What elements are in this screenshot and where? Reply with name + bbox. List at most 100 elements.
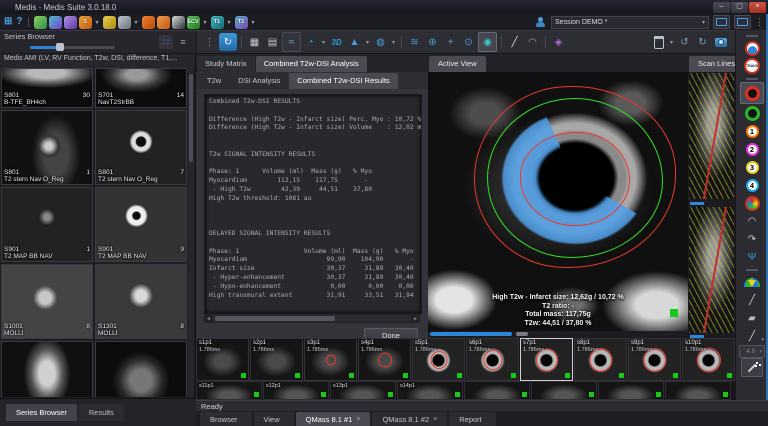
dropdown-caret-icon[interactable]: ▾ bbox=[668, 33, 675, 51]
study-matrix-icon[interactable]: ▦ bbox=[246, 33, 263, 51]
separator[interactable] bbox=[501, 36, 502, 48]
series-scrollbar[interactable] bbox=[188, 68, 194, 397]
grip-handle[interactable] bbox=[740, 75, 764, 82]
close-button[interactable]: × bbox=[749, 2, 766, 13]
filmstrip-frame[interactable]: s4p1 1.786ms bbox=[358, 338, 411, 381]
app-icon-yellow-shield[interactable] bbox=[103, 16, 116, 29]
qmass-globe-icon[interactable]: ◔ bbox=[302, 33, 319, 51]
measure-line-icon[interactable]: ╱ bbox=[506, 33, 523, 51]
filmstrip-frame[interactable]: s7p1 1.786ms bbox=[520, 338, 573, 381]
grip-handle[interactable] bbox=[740, 266, 764, 273]
app-icon-gray-shield[interactable] bbox=[118, 16, 131, 29]
series-thumbnail[interactable]: S901 1 T2 MAP BB NAV bbox=[1, 187, 93, 262]
dropdown-caret-icon[interactable]: ▾ bbox=[364, 33, 371, 51]
filmstrip-frame[interactable]: s2p1 1.786ms bbox=[250, 338, 303, 381]
scrollbar-thumb[interactable] bbox=[430, 332, 512, 336]
anchor-points-icon[interactable]: Ψ bbox=[740, 248, 764, 266]
results-hscrollbar[interactable]: ◄ ► bbox=[204, 314, 420, 323]
filmstrip-frame[interactable]: s10p1 1.786ms bbox=[682, 338, 735, 381]
workspace-tab[interactable]: View bbox=[254, 412, 294, 426]
cardiac-mri-image[interactable]: High T2w - Infarct size: 12,62g / 10,72 … bbox=[428, 72, 688, 331]
area-tool-icon[interactable]: ◠ bbox=[524, 33, 541, 51]
filmstrip-frame[interactable] bbox=[665, 381, 731, 400]
colormap-icon[interactable] bbox=[740, 273, 764, 291]
scroll-left-arrow[interactable]: ◄ bbox=[204, 316, 213, 322]
results-text-area[interactable]: Combined T2w-DSI RESULTS Difference (Hig… bbox=[204, 94, 422, 314]
app-icon-teal-ball[interactable] bbox=[49, 16, 62, 29]
eraser-tool-icon[interactable]: ▰ bbox=[740, 309, 764, 327]
series-thumbnail[interactable]: S801 30 B-TFE_BH4ch bbox=[1, 68, 93, 108]
series-thumbnail[interactable]: S1301 8 MOLLI bbox=[95, 264, 187, 339]
layout-rows-icon[interactable]: ▤ bbox=[264, 33, 281, 51]
more-tools-icon[interactable]: ⋮ bbox=[201, 33, 218, 51]
scrollbar-thumb[interactable] bbox=[215, 316, 335, 321]
series-thumbnail[interactable]: S801 1 T2 stern Nav O_Reg bbox=[1, 110, 93, 185]
series-panel-tab[interactable]: Series Browser bbox=[6, 404, 77, 421]
auto-sync-icon[interactable]: ↻ bbox=[219, 33, 237, 51]
app-icon-t2[interactable]: T2 bbox=[235, 16, 248, 29]
dropdown-caret-icon[interactable]: ▾ bbox=[226, 16, 233, 29]
filmstrip-frame[interactable] bbox=[531, 381, 597, 400]
delete-icon[interactable] bbox=[650, 33, 667, 51]
session-selector[interactable]: Session DEMO * ▾ bbox=[551, 16, 709, 29]
layout-icon[interactable] bbox=[713, 15, 730, 29]
workspace-tab[interactable]: Report bbox=[449, 412, 496, 426]
separator[interactable] bbox=[545, 36, 546, 48]
analysis-subtab[interactable]: Combined T2w-DSI Results bbox=[289, 73, 397, 89]
filmstrip-frame[interactable]: s12p1 bbox=[263, 381, 329, 400]
shield-tool-icon[interactable]: ◈ bbox=[550, 33, 567, 51]
series-panel-tab[interactable]: Results bbox=[79, 404, 124, 421]
analysis-tab[interactable]: Study Matrix bbox=[197, 56, 255, 72]
magic-wand-icon[interactable] bbox=[741, 358, 763, 377]
filmstrip-frame[interactable]: s1p1 1.786ms bbox=[196, 338, 249, 381]
series-thumbnail[interactable] bbox=[95, 341, 187, 397]
filmstrip-frame[interactable]: s3p1 1.786ms bbox=[304, 338, 357, 381]
analysis-subtab[interactable]: DSI Analysis bbox=[230, 73, 288, 89]
cone-view-icon[interactable]: ▲ bbox=[346, 33, 363, 51]
grip-handle[interactable] bbox=[740, 32, 764, 39]
line-width-icon[interactable]: ╱ ▾ bbox=[740, 327, 764, 345]
thickness-select[interactable]: 4.0▾ bbox=[739, 345, 765, 358]
es-ed-phase-icon[interactable] bbox=[740, 39, 764, 57]
app-icon-ecv[interactable]: ECV bbox=[187, 16, 200, 29]
active-view-scrollbar[interactable] bbox=[428, 331, 688, 338]
dropdown-caret-icon[interactable]: ▾ bbox=[94, 16, 101, 29]
snapshot-icon[interactable] bbox=[712, 33, 729, 51]
scroll-right-arrow[interactable]: ► bbox=[411, 316, 420, 322]
epicardial-contour-icon[interactable] bbox=[740, 104, 764, 122]
filmstrip-frame[interactable] bbox=[598, 381, 664, 400]
app-icon-orange-s[interactable]: S bbox=[79, 16, 92, 29]
endocardial-contour-icon[interactable] bbox=[740, 82, 764, 104]
roi-1-icon[interactable]: 1 bbox=[740, 122, 764, 140]
workspace-tab[interactable]: QMass 8.1 #2× bbox=[372, 412, 447, 426]
filmstrip-frame[interactable] bbox=[464, 381, 530, 400]
app-icon-orange-stripe2[interactable] bbox=[157, 16, 170, 29]
scan-lines-image-2[interactable] bbox=[689, 207, 734, 333]
filmstrip-frame[interactable]: s5p1 1.786ms bbox=[412, 338, 465, 381]
undo-icon[interactable]: ↺ bbox=[676, 33, 693, 51]
filmstrip-frame[interactable]: s6p1 1.786ms bbox=[466, 338, 519, 381]
draw-tool-icon[interactable]: ╱ bbox=[740, 291, 764, 309]
pullback-arrow-icon[interactable]: ↷ bbox=[740, 230, 764, 248]
globe-view-icon[interactable]: ◍ bbox=[372, 33, 389, 51]
more-options-icon[interactable]: ⋮ bbox=[755, 17, 764, 28]
workspace-tab[interactable]: Browser bbox=[200, 412, 252, 426]
app-icon-purple-shield[interactable] bbox=[64, 16, 77, 29]
app-icon-orange-stripe1[interactable] bbox=[142, 16, 155, 29]
redo-icon[interactable]: ↻ bbox=[694, 33, 711, 51]
apps-menu-icon[interactable]: ⊞ bbox=[4, 16, 12, 28]
roi-2-icon[interactable]: 2 bbox=[740, 140, 764, 158]
signal-graph-icon[interactable]: ≈ bbox=[282, 32, 301, 52]
roi-4-icon[interactable]: 4 bbox=[740, 176, 764, 194]
grid-view-button[interactable]: ∷ bbox=[159, 35, 173, 49]
roi-3-icon[interactable]: 3 bbox=[740, 158, 764, 176]
analysis-subtab[interactable]: T2w bbox=[199, 73, 229, 89]
separator[interactable] bbox=[401, 36, 402, 48]
filmstrip-frame[interactable]: s13p1 bbox=[330, 381, 396, 400]
dropdown-caret-icon[interactable]: ▾ bbox=[133, 16, 140, 29]
stack-icon[interactable]: ≋ bbox=[406, 33, 423, 51]
pan-move-icon[interactable]: + bbox=[442, 33, 459, 51]
filmstrip-frame[interactable]: s9p1 1.786ms bbox=[628, 338, 681, 381]
analysis-tab[interactable]: Combined T2w-DSI Analysis bbox=[256, 56, 367, 72]
scan-lines-image-1[interactable] bbox=[689, 73, 734, 199]
